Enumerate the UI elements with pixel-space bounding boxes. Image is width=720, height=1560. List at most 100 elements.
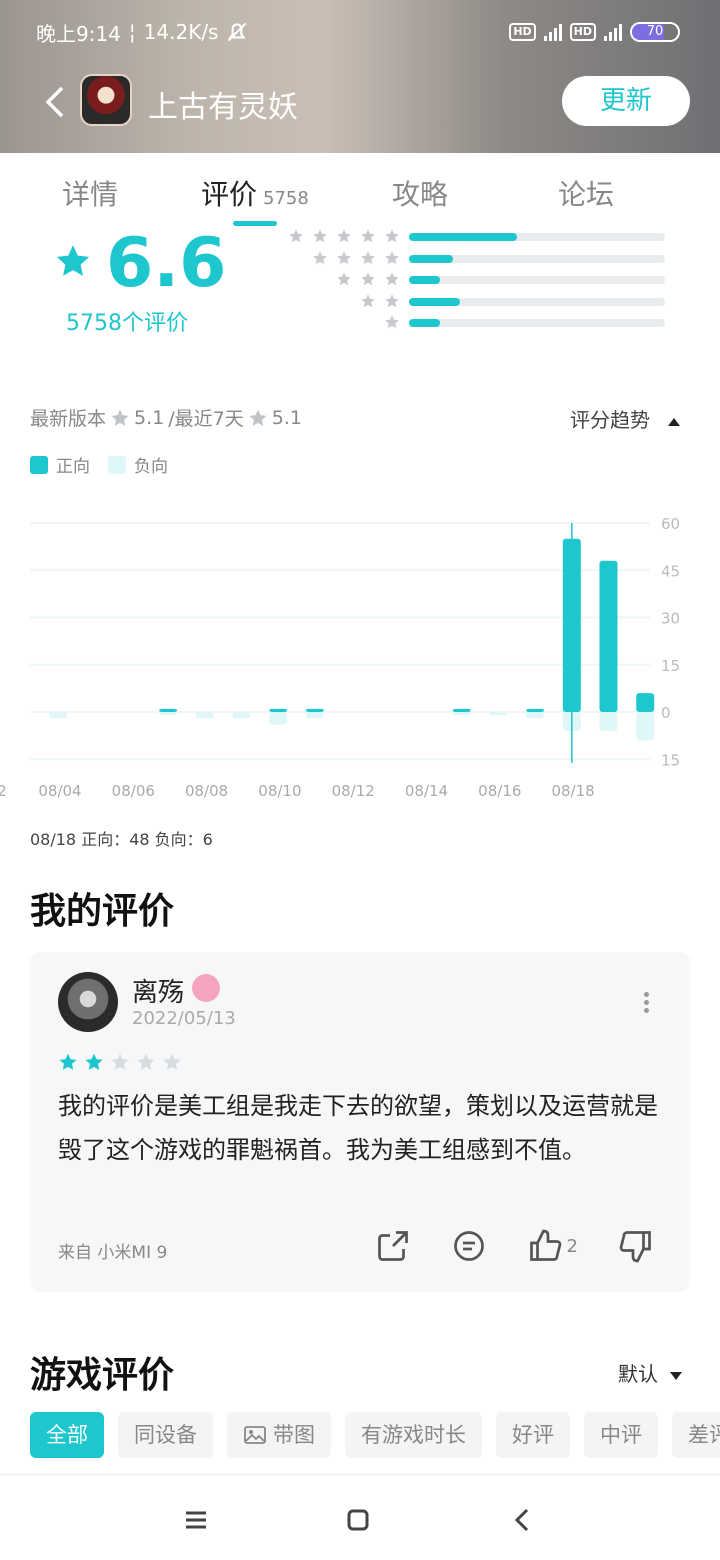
filter-negative-label: 差评 xyxy=(688,1423,720,1447)
menu-icon[interactable] xyxy=(181,1505,211,1535)
tab-indicator xyxy=(233,221,277,226)
star-icon xyxy=(385,272,399,286)
user-badge-icon xyxy=(192,974,220,1002)
y-tick-label: 0 xyxy=(661,704,671,722)
avatar[interactable] xyxy=(58,972,118,1032)
positive-bar xyxy=(452,708,471,712)
negative-bar xyxy=(305,712,324,719)
distribution-row-5 xyxy=(280,226,670,248)
tab-forum[interactable]: 论坛 xyxy=(558,173,614,213)
y-tick-label: 30 xyxy=(661,610,680,628)
home-icon[interactable] xyxy=(343,1505,373,1535)
x-tick-label: 08/08 xyxy=(185,782,228,800)
distribution-row-3 xyxy=(280,269,670,291)
review-text: 我的评价是美工组是我走下去的欲望，策划以及运营就是毁了这个游戏的罪魁祸首。我为美… xyxy=(58,1092,658,1164)
tab-details-label: 详情 xyxy=(62,178,119,211)
star-icon xyxy=(361,229,375,243)
star-icon xyxy=(111,409,129,426)
version-recent-value: 5.1 xyxy=(271,406,302,429)
star-icon xyxy=(313,229,327,243)
tab-guides-label: 攻略 xyxy=(392,178,449,211)
filter-positive[interactable]: 好评 xyxy=(496,1412,570,1458)
version-latest-label: 最新版本 xyxy=(30,408,107,430)
app-header: 晚上9:14 ¦ 14.2K/s HD HD 70 上古有灵妖 更新 xyxy=(0,0,720,153)
distribution-row-4 xyxy=(280,248,670,270)
like-count: 2 xyxy=(566,1235,578,1257)
user-name[interactable]: 离殇 xyxy=(132,972,184,1009)
comment-icon[interactable] xyxy=(451,1228,487,1264)
negative-bar xyxy=(452,712,471,716)
my-review-card: 离殇 2022/05/13 我的评价是美工组是我走下去的欲望，策划以及运营就是毁… xyxy=(30,952,690,1292)
filter-negative[interactable]: 差评 xyxy=(672,1412,720,1458)
filter-with-image[interactable]: 带图 xyxy=(227,1412,331,1458)
x-tick-label: 08/14 xyxy=(405,782,448,800)
positive-bar xyxy=(599,560,618,712)
chart-legend: 正向 负向 xyxy=(30,452,168,477)
star-icon xyxy=(385,293,399,307)
filter-same-device-label: 同设备 xyxy=(134,1423,197,1447)
filter-same-device[interactable]: 同设备 xyxy=(118,1412,213,1458)
distribution-stars xyxy=(312,250,400,266)
distribution-fill xyxy=(409,233,517,241)
distribution-track xyxy=(409,276,665,284)
positive-bar xyxy=(305,708,324,712)
review-date: 2022/05/13 xyxy=(132,1008,236,1029)
x-tick-label: 2 xyxy=(0,782,7,800)
sort-label: 默认 xyxy=(618,1362,658,1386)
hd-badge-2: HD xyxy=(569,23,596,41)
distribution-fill xyxy=(409,297,461,306)
status-time: 晚上9:14 xyxy=(36,21,121,46)
x-tick-label: 08/12 xyxy=(332,782,375,800)
more-options-icon[interactable] xyxy=(644,992,650,1014)
star-empty-icon xyxy=(111,1053,129,1070)
status-bar: 晚上9:14 ¦ 14.2K/s HD HD 70 xyxy=(36,18,680,46)
star-icon xyxy=(361,272,375,286)
filter-all-label: 全部 xyxy=(46,1423,88,1447)
legend-positive-swatch xyxy=(30,455,48,474)
distribution-fill xyxy=(409,276,440,284)
status-divider: ¦ xyxy=(128,20,136,44)
tab-details[interactable]: 详情 xyxy=(62,173,118,213)
rating-trend-toggle[interactable]: 评分趋势 xyxy=(570,404,680,433)
positive-bar xyxy=(159,708,178,712)
x-tick-label: 08/10 xyxy=(258,782,301,800)
update-button[interactable]: 更新 xyxy=(562,76,690,126)
filter-playtime[interactable]: 有游戏时长 xyxy=(345,1412,482,1458)
version-rating: 最新版本 5.1 /最近7天 5.1 xyxy=(30,404,302,431)
filter-neutral[interactable]: 中评 xyxy=(584,1412,658,1458)
thumb-down-icon[interactable] xyxy=(618,1228,654,1264)
tab-guides[interactable]: 攻略 xyxy=(392,173,448,213)
version-latest-value: 5.1 xyxy=(134,406,165,429)
chart-selection-note: 08/18 正向：48 负向：6 xyxy=(30,830,213,849)
rating-score: 6.6 xyxy=(106,224,227,303)
filter-all[interactable]: 全部 xyxy=(30,1412,104,1458)
legend-negative-swatch xyxy=(108,455,126,474)
star-icon xyxy=(385,315,399,329)
rating-trend-chart[interactable]: 60 45 30 15 0 15 2 08/04 08/06 08/08 08/10 08/12 08/… xyxy=(0,505,720,805)
tab-reviews[interactable]: 评价 5758 xyxy=(201,173,309,213)
tab-bar: 详情 评价 5758 攻略 论坛 xyxy=(0,165,720,225)
review-filter-chips: 全部 同设备 带图 有游戏时长 好评 中评 差评 xyxy=(30,1412,720,1458)
distribution-stars xyxy=(360,293,400,309)
app-title: 上古有灵妖 xyxy=(148,90,298,125)
tab-reviews-label: 评价 xyxy=(201,178,258,211)
filter-playtime-label: 有游戏时长 xyxy=(361,1423,466,1447)
distribution-fill xyxy=(409,319,440,327)
battery-level: 70 xyxy=(646,24,664,39)
distribution-track xyxy=(409,254,665,263)
star-filled-icon xyxy=(59,1053,77,1070)
share-icon[interactable] xyxy=(375,1228,411,1264)
star-icon xyxy=(385,229,399,243)
like-button[interactable]: 2 xyxy=(527,1228,578,1264)
image-icon xyxy=(244,1426,266,1444)
sort-dropdown[interactable]: 默认 xyxy=(618,1358,682,1387)
back-nav-icon[interactable] xyxy=(508,1505,538,1535)
y-tick-label: 15 xyxy=(661,751,680,769)
back-icon[interactable] xyxy=(36,82,76,122)
x-tick-label: 08/04 xyxy=(38,782,81,800)
star-icon xyxy=(337,229,351,243)
collapse-triangle-icon xyxy=(668,417,680,426)
x-tick-label: 08/18 xyxy=(551,782,594,800)
signal-icon-2 xyxy=(604,23,622,41)
legend-negative-label: 负向 xyxy=(134,457,168,477)
